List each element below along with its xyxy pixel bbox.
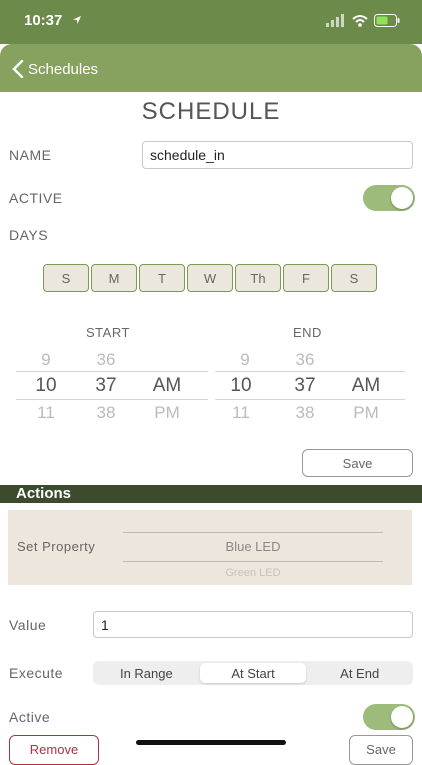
day-sunday[interactable]: S (43, 264, 89, 292)
day-monday[interactable]: M (91, 264, 137, 292)
days-label: DAYS (9, 227, 49, 243)
day-saturday[interactable]: S (331, 264, 377, 292)
value-label: Value (9, 617, 47, 633)
property-option-selected[interactable]: Blue LED (123, 539, 383, 554)
end-hour-next: 11 (232, 403, 250, 422)
set-property-label: Set Property (17, 539, 96, 554)
day-friday[interactable]: F (283, 264, 329, 292)
name-label: NAME (9, 147, 52, 163)
status-time: 10:37 (24, 12, 63, 29)
end-minute[interactable]: 37 (285, 375, 325, 397)
actions-header: Actions (0, 485, 422, 503)
end-label: END (293, 325, 322, 340)
value-field[interactable]: 1 (93, 611, 413, 638)
start-label: START (86, 325, 130, 340)
start-ampm[interactable]: AM (144, 375, 190, 397)
battery-icon (374, 14, 400, 27)
active-label: ACTIVE (9, 190, 63, 206)
picker-divider (215, 399, 405, 400)
wifi-icon (352, 15, 368, 27)
start-hour[interactable]: 10 (24, 375, 68, 397)
back-button[interactable]: Schedules (12, 58, 98, 80)
name-field[interactable]: schedule_in (142, 141, 413, 169)
execute-at-end[interactable]: At End (306, 661, 413, 685)
end-minute-next: 38 (295, 403, 315, 422)
execute-segmented-control: In Range At Start At End (93, 661, 413, 685)
day-tuesday[interactable]: T (139, 264, 185, 292)
execute-at-start[interactable]: At Start (199, 663, 307, 683)
picker-divider (16, 399, 208, 400)
toggle-knob (391, 187, 413, 209)
start-hour-prev: 9 (41, 350, 51, 369)
start-minute[interactable]: 37 (86, 375, 126, 397)
save-schedule-button[interactable]: Save (302, 449, 413, 477)
end-hour-prev: 9 (240, 350, 250, 369)
picker-divider (215, 371, 405, 372)
location-arrow-icon (73, 16, 81, 24)
start-minute-next: 38 (96, 403, 116, 422)
chevron-left-icon (12, 60, 24, 78)
end-time-picker[interactable]: 9 36 10 37 AM 11 38 PM (215, 348, 407, 424)
start-minute-prev: 36 (96, 350, 116, 369)
signal-icon (326, 14, 344, 27)
status-icons (326, 14, 400, 27)
active-toggle[interactable] (363, 185, 415, 211)
action-active-toggle[interactable] (363, 704, 415, 730)
day-wednesday[interactable]: W (187, 264, 233, 292)
picker-divider (123, 561, 383, 562)
page-title: SCHEDULE (141, 98, 281, 125)
picker-divider (16, 371, 208, 372)
remove-action-button[interactable]: Remove (9, 735, 99, 765)
start-hour-next: 11 (37, 403, 55, 422)
property-picker[interactable]: Blue LED Green LED (123, 518, 383, 584)
property-option[interactable]: Green LED (123, 567, 383, 579)
save-action-button[interactable]: Save (349, 735, 413, 765)
end-ampm-next: PM (353, 403, 379, 422)
end-hour[interactable]: 10 (219, 375, 263, 397)
day-thursday[interactable]: Th (235, 264, 281, 292)
start-ampm-next: PM (154, 403, 180, 422)
end-minute-prev: 36 (295, 350, 315, 369)
actions-title: Actions (16, 485, 72, 502)
start-time-picker[interactable]: 9 36 10 37 AM 11 38 PM (16, 348, 208, 424)
action-active-label: Active (9, 709, 51, 725)
picker-divider (123, 532, 383, 533)
end-ampm[interactable]: AM (343, 375, 389, 397)
toggle-knob (391, 706, 413, 728)
home-indicator (136, 740, 286, 745)
days-selector: S M T W Th F S (43, 264, 377, 292)
execute-in-range[interactable]: In Range (93, 661, 200, 685)
execute-label: Execute (9, 665, 64, 681)
back-label: Schedules (28, 60, 99, 78)
